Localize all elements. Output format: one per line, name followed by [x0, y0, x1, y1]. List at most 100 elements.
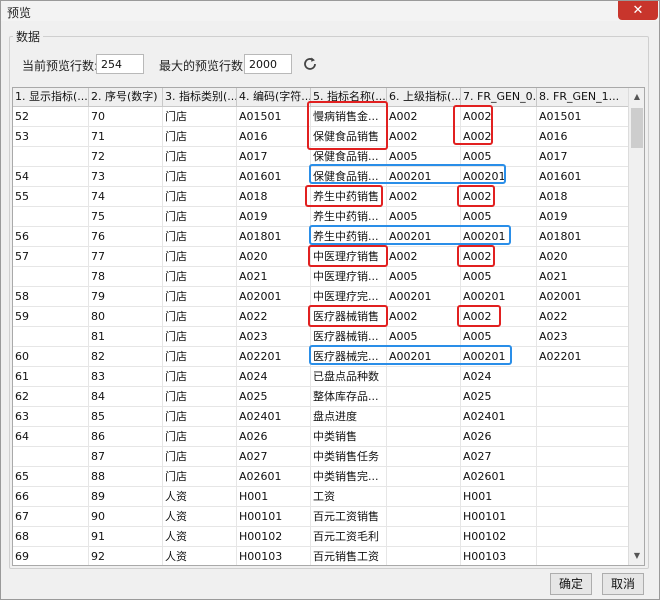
- table-row[interactable]: 87 门店 A027 中类销售任务 A027: [13, 447, 630, 467]
- table-cell: H001: [237, 487, 311, 507]
- table-cell: 58: [13, 287, 89, 307]
- table-cell: 62: [13, 387, 89, 407]
- table-cell: 70: [89, 107, 163, 127]
- scroll-up-arrow-icon[interactable]: ▲: [629, 88, 644, 106]
- table-cell: A025: [237, 387, 311, 407]
- table-cell: H00102: [237, 527, 311, 547]
- table-cell: 91: [89, 527, 163, 547]
- column-header-5[interactable]: 5. 指标名称(...: [311, 88, 387, 107]
- scroll-thumb[interactable]: [631, 108, 643, 148]
- refresh-icon[interactable]: [301, 55, 319, 73]
- table-cell: 人资: [163, 527, 237, 547]
- table-cell: A005: [387, 207, 461, 227]
- table-cell: A005: [461, 207, 537, 227]
- table-row[interactable]: 67 90 人资 H00101 百元工资销售 H00101: [13, 507, 630, 527]
- table-row[interactable]: 66 89 人资 H001 工资 H001: [13, 487, 630, 507]
- table-row[interactable]: 59 80 门店 A022 医疗器械销售 A002 A002 A022: [13, 307, 630, 327]
- table-cell: A00201: [387, 227, 461, 247]
- table-cell: 52: [13, 107, 89, 127]
- table-cell: A018: [537, 187, 630, 207]
- table-cell: 69: [13, 547, 89, 565]
- column-header-3[interactable]: 3. 指标类别(...: [163, 88, 237, 107]
- column-header-8[interactable]: 8. FR_GEN_1...: [537, 88, 630, 107]
- table-cell: 75: [89, 207, 163, 227]
- table-cell: A02201: [237, 347, 311, 367]
- table-row[interactable]: 52 70 门店 A01501 慢病销售金... A002 A002 A01501: [13, 107, 630, 127]
- close-button[interactable]: ✕: [618, 1, 658, 20]
- table-cell: 门店: [163, 307, 237, 327]
- table-cell: 78: [89, 267, 163, 287]
- table-cell: 中类销售: [311, 427, 387, 447]
- table-row[interactable]: 69 92 人资 H00103 百元销售工资 H00103: [13, 547, 630, 565]
- table-cell: H001: [461, 487, 537, 507]
- table-cell: 89: [89, 487, 163, 507]
- table-row[interactable]: 64 86 门店 A026 中类销售 A026: [13, 427, 630, 447]
- table-cell: 中医理疗销...: [311, 267, 387, 287]
- table-row[interactable]: 62 84 门店 A025 整体库存品... A025: [13, 387, 630, 407]
- table-cell: H00101: [237, 507, 311, 527]
- table-cell: 中医理疗销售: [311, 247, 387, 267]
- table-cell: 人资: [163, 547, 237, 565]
- column-header-4[interactable]: 4. 编码(字符...: [237, 88, 311, 107]
- table-cell: A005: [387, 147, 461, 167]
- table-row[interactable]: 63 85 门店 A02401 盘点进度 A02401: [13, 407, 630, 427]
- column-header-2[interactable]: 2. 序号(数字): [89, 88, 163, 107]
- table-row[interactable]: 57 77 门店 A020 中医理疗销售 A002 A002 A020: [13, 247, 630, 267]
- table-cell: 门店: [163, 427, 237, 447]
- table-cell: 盘点进度: [311, 407, 387, 427]
- table-cell: A019: [237, 207, 311, 227]
- table-row[interactable]: 68 91 人资 H00102 百元工资毛利 H00102: [13, 527, 630, 547]
- table-row[interactable]: 81 门店 A023 医疗器械销... A005 A005 A023: [13, 327, 630, 347]
- current-rows-input[interactable]: [96, 54, 144, 74]
- table-cell: [387, 527, 461, 547]
- table-cell: A002: [461, 127, 537, 147]
- table-row[interactable]: 56 76 门店 A01801 养生中药销... A00201 A00201 A01801: [13, 227, 630, 247]
- table-cell: 57: [13, 247, 89, 267]
- scroll-down-arrow-icon[interactable]: ▼: [629, 547, 644, 565]
- table-row[interactable]: 54 73 门店 A01601 保健食品销... A00201 A00201 A01601: [13, 167, 630, 187]
- table-cell: 门店: [163, 267, 237, 287]
- table-cell: [387, 467, 461, 487]
- table-cell: A00201: [387, 347, 461, 367]
- table-cell: 60: [13, 347, 89, 367]
- table-cell: A02401: [461, 407, 537, 427]
- dialog-title: 预览: [7, 6, 32, 20]
- table-cell: 54: [13, 167, 89, 187]
- table-cell: A018: [237, 187, 311, 207]
- table-cell: 养生中药销...: [311, 227, 387, 247]
- max-rows-input[interactable]: [244, 54, 292, 74]
- column-header-1[interactable]: 1. 显示指标(...: [13, 88, 89, 107]
- title-bar[interactable]: 预览 ✕: [1, 1, 659, 21]
- table-row[interactable]: 72 门店 A017 保健食品销... A005 A005 A017: [13, 147, 630, 167]
- ok-button[interactable]: 确定: [550, 573, 592, 595]
- table-row[interactable]: 65 88 门店 A02601 中类销售完... A02601: [13, 467, 630, 487]
- table-cell: 76: [89, 227, 163, 247]
- cancel-button[interactable]: 取消: [602, 573, 644, 595]
- column-header-7[interactable]: 7. FR_GEN_0...: [461, 88, 537, 107]
- table-row[interactable]: 78 门店 A021 中医理疗销... A005 A005 A021: [13, 267, 630, 287]
- table-row[interactable]: 53 71 门店 A016 保健食品销售 A002 A002 A016: [13, 127, 630, 147]
- table-cell: [537, 447, 630, 467]
- table-cell: [387, 447, 461, 467]
- table-row[interactable]: 55 74 门店 A018 养生中药销售 A002 A002 A018: [13, 187, 630, 207]
- table-cell: A00201: [461, 227, 537, 247]
- table-cell: A00201: [461, 287, 537, 307]
- table-cell: 81: [89, 327, 163, 347]
- column-header-6[interactable]: 6. 上级指标(...: [387, 88, 461, 107]
- vertical-scrollbar[interactable]: ▲ ▼: [628, 88, 644, 565]
- table-cell: 61: [13, 367, 89, 387]
- table-cell: 人资: [163, 507, 237, 527]
- table-cell: 工资: [311, 487, 387, 507]
- table-cell: [387, 547, 461, 565]
- table-row[interactable]: 58 79 门店 A02001 中医理疗完... A00201 A00201 A02001: [13, 287, 630, 307]
- table-cell: H00101: [461, 507, 537, 527]
- table-row[interactable]: 75 门店 A019 养生中药销... A005 A005 A019: [13, 207, 630, 227]
- table-cell: A002: [461, 107, 537, 127]
- table-row[interactable]: 61 83 门店 A024 已盘点品种数 A024: [13, 367, 630, 387]
- table-cell: A01501: [237, 107, 311, 127]
- table-cell: [537, 387, 630, 407]
- table-cell: [387, 487, 461, 507]
- table-cell: 门店: [163, 367, 237, 387]
- table-cell: 74: [89, 187, 163, 207]
- table-row[interactable]: 60 82 门店 A02201 医疗器械完... A00201 A00201 A02201: [13, 347, 630, 367]
